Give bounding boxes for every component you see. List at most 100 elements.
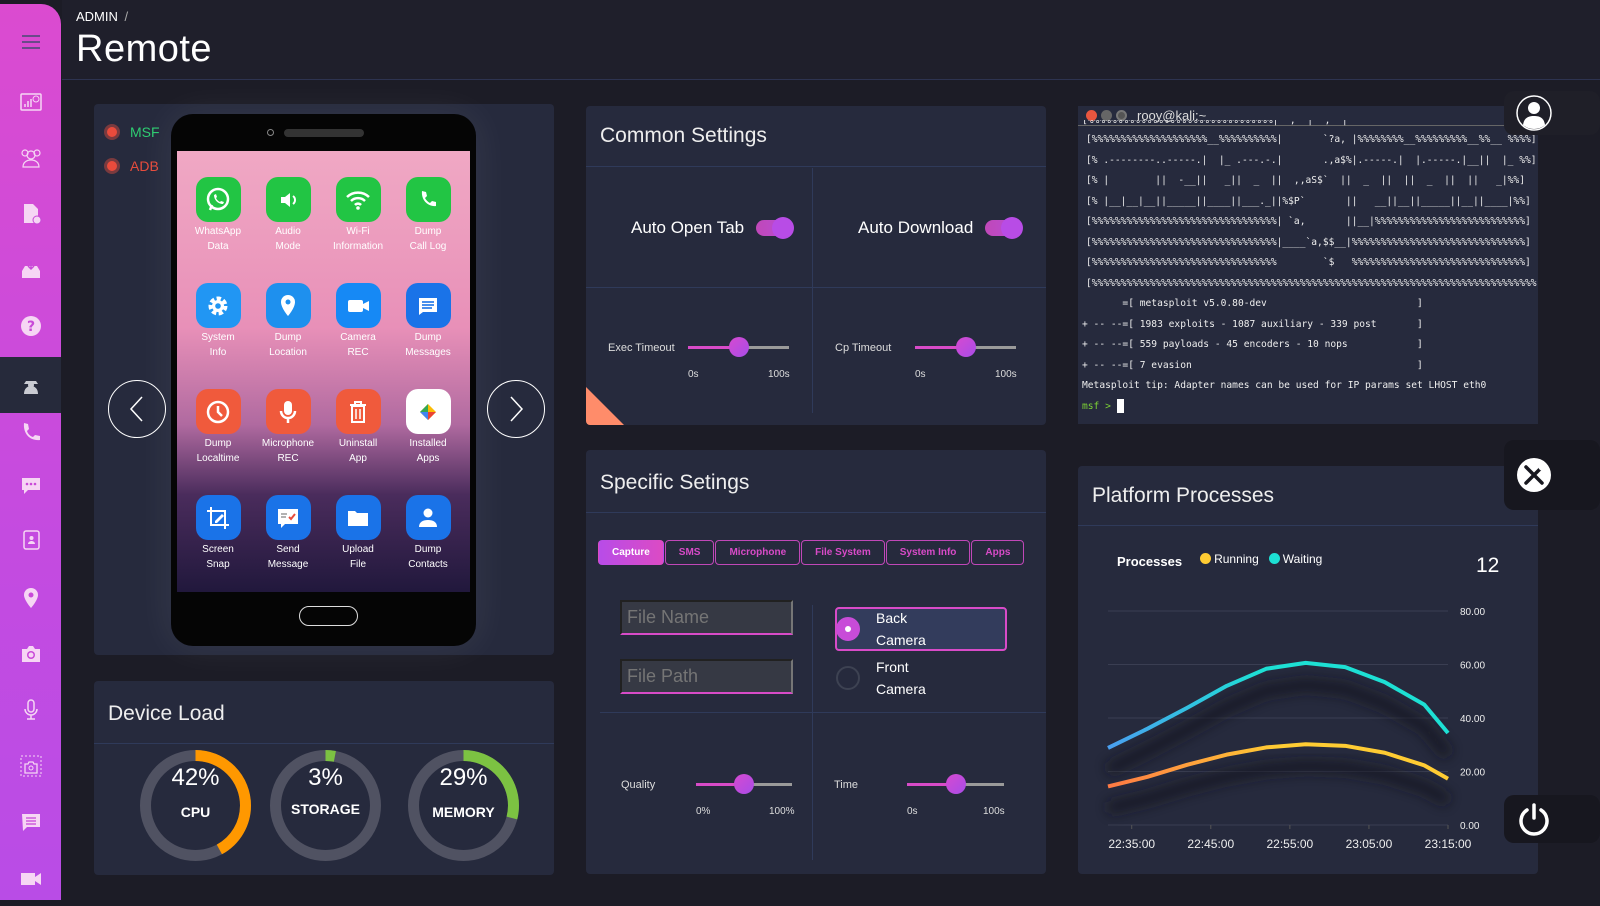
terminal-line: =[ metasploit v5.0.80-dev ] [1082, 294, 1538, 315]
auto-open-tab-toggle[interactable] [756, 220, 792, 236]
app-camera-rec[interactable]: CameraREC [323, 283, 393, 360]
app-whatsapp-data[interactable]: WhatsAppData [183, 177, 253, 254]
app-microphone-rec[interactable]: MicrophoneREC [253, 389, 323, 466]
terminal-line: [% .--------..-----.| |_ .---.-.| .,a$%|… [1082, 151, 1538, 172]
sidebar-item-add-document[interactable] [0, 186, 61, 242]
back-camera-label-1: Back [876, 610, 907, 626]
tab-file-system[interactable]: File System [801, 540, 885, 565]
app-label: UploadFile [323, 542, 393, 572]
phone-camera [267, 129, 274, 136]
phone-home-button[interactable] [299, 606, 358, 626]
front-camera-option[interactable]: FrontCamera [835, 656, 1007, 700]
terminal-window[interactable]: rooy@kali:~ [%%%%%%%%%%%%%%%%%%%%%%%%%%%… [1078, 106, 1538, 424]
terminal-line: + -- --=[ 559 payloads - 45 encoders - 1… [1082, 335, 1538, 356]
common-settings-vdivider [812, 168, 813, 413]
cp-timeout-min: 0s [915, 369, 926, 380]
app-installed-apps[interactable]: InstalledApps [393, 389, 463, 466]
sidebar-item-help[interactable]: ? [0, 298, 61, 354]
sidebar-item-camera[interactable] [0, 626, 61, 682]
sidebar-item-users[interactable] [0, 130, 61, 186]
exec-timeout-max: 100s [768, 369, 790, 380]
document-add-icon [20, 203, 42, 225]
sidebar-item-contacts[interactable] [0, 512, 61, 568]
page-header: ADMIN / Remote [62, 0, 1600, 80]
tab-sms[interactable]: SMS [665, 540, 715, 565]
auto-open-tab-label: Auto Open Tab [631, 218, 744, 238]
app-dump-location[interactable]: DumpLocation [253, 283, 323, 360]
power-button[interactable] [1504, 795, 1600, 843]
file-path-input[interactable] [620, 659, 793, 694]
app-wi-fi-information[interactable]: Wi-FiInformation [323, 177, 393, 254]
terminal-line: [%%%%%%%%%%%%%%%%%%%%%%%%%%%%%%%%%%%%%%%… [1082, 274, 1538, 295]
app-audio-mode[interactable]: AudioMode [253, 177, 323, 254]
legend-waiting-label[interactable]: Waiting [1283, 552, 1323, 566]
terminal-line: [%%%%%%%%%%%%%%%%%%%%%%%%%%%%%%%%| `a, |… [1082, 212, 1538, 233]
gauge-cpu-value: 42% [138, 764, 253, 792]
app-uninstall-app[interactable]: UninstallApp [323, 389, 393, 466]
app-label: SendMessage [253, 542, 323, 572]
back-camera-option[interactable]: BackCamera [835, 607, 1007, 651]
app-dump-localtime[interactable]: DumpLocaltime [183, 389, 253, 466]
app-screen-snap[interactable]: ScreenSnap [183, 495, 253, 572]
sidebar-item-messages[interactable] [0, 794, 61, 850]
sidebar-item-menu[interactable] [0, 14, 61, 70]
adb-status-dot [104, 158, 120, 174]
cp-timeout-slider[interactable] [915, 346, 1016, 349]
auto-download-toggle[interactable] [985, 220, 1021, 236]
y-tick-label: 60.00 [1460, 661, 1485, 672]
app-dump-call-log[interactable]: DumpCall Log [393, 177, 463, 254]
tab-system-info[interactable]: System Info [886, 540, 971, 565]
next-arrow-button[interactable] [487, 380, 545, 438]
message-icon [20, 811, 42, 833]
back-camera-radio[interactable] [836, 617, 860, 641]
chat-icon [20, 475, 42, 497]
tools-button[interactable] [1504, 440, 1600, 510]
app-label: DumpMessages [393, 330, 463, 360]
sidebar-item-screenshot[interactable] [0, 738, 61, 794]
x-tick-label: 23:05:00 [1346, 837, 1393, 850]
chevron-left-icon [127, 394, 147, 424]
sidebar-item-calls[interactable] [0, 404, 61, 460]
contacts-book-icon [20, 529, 42, 551]
chart-divider [1078, 525, 1538, 526]
device-load-title: Device Load [108, 702, 225, 726]
profile-button[interactable] [1504, 91, 1600, 135]
send-message-icon [266, 495, 311, 540]
app-dump-contacts[interactable]: DumpContacts [393, 495, 463, 572]
app-system-info[interactable]: SystemInfo [183, 283, 253, 360]
app-label: InstalledApps [393, 436, 463, 466]
breadcrumb-admin[interactable]: ADMIN [76, 9, 118, 24]
tab-apps[interactable]: Apps [971, 540, 1024, 565]
exec-timeout-slider[interactable] [688, 346, 789, 349]
quality-label: Quality [621, 779, 655, 791]
prev-arrow-button[interactable] [108, 380, 166, 438]
quality-slider[interactable] [696, 783, 792, 786]
msf-status: MSF [104, 124, 160, 140]
tab-microphone[interactable]: Microphone [715, 540, 800, 565]
tools-icon [1516, 457, 1552, 493]
app-dump-messages[interactable]: DumpMessages [393, 283, 463, 360]
sidebar-item-dashboard[interactable] [0, 74, 61, 130]
time-slider[interactable] [907, 783, 1004, 786]
file-name-input[interactable] [620, 600, 793, 635]
app-label: UninstallApp [323, 436, 393, 466]
page-title: Remote [76, 28, 212, 71]
sidebar-item-microphone[interactable] [0, 682, 61, 738]
app-send-message[interactable]: SendMessage [253, 495, 323, 572]
video-icon [20, 867, 42, 889]
terminal-prompt[interactable]: msf > [1082, 397, 1538, 418]
sidebar-item-download[interactable] [0, 242, 61, 298]
gauge-storage-label: STORAGE [268, 801, 383, 817]
front-camera-radio[interactable] [836, 666, 860, 690]
sidebar-item-chat[interactable] [0, 458, 61, 514]
tab-capture[interactable]: Capture [598, 540, 664, 565]
x-tick-label: 23:15:00 [1425, 837, 1472, 850]
common-settings-divider-2 [586, 287, 1046, 288]
sidebar-item-video[interactable] [0, 850, 61, 906]
app-upload-file[interactable]: UploadFile [323, 495, 393, 572]
whatsapp-icon [196, 177, 241, 222]
sidebar-item-location[interactable] [0, 570, 61, 626]
screenshot-camera-icon [20, 755, 42, 777]
legend-running-label[interactable]: Running [1214, 552, 1259, 566]
terminal-line: [% |__|__|__||_____||____||___._||%$P` |… [1082, 192, 1538, 213]
